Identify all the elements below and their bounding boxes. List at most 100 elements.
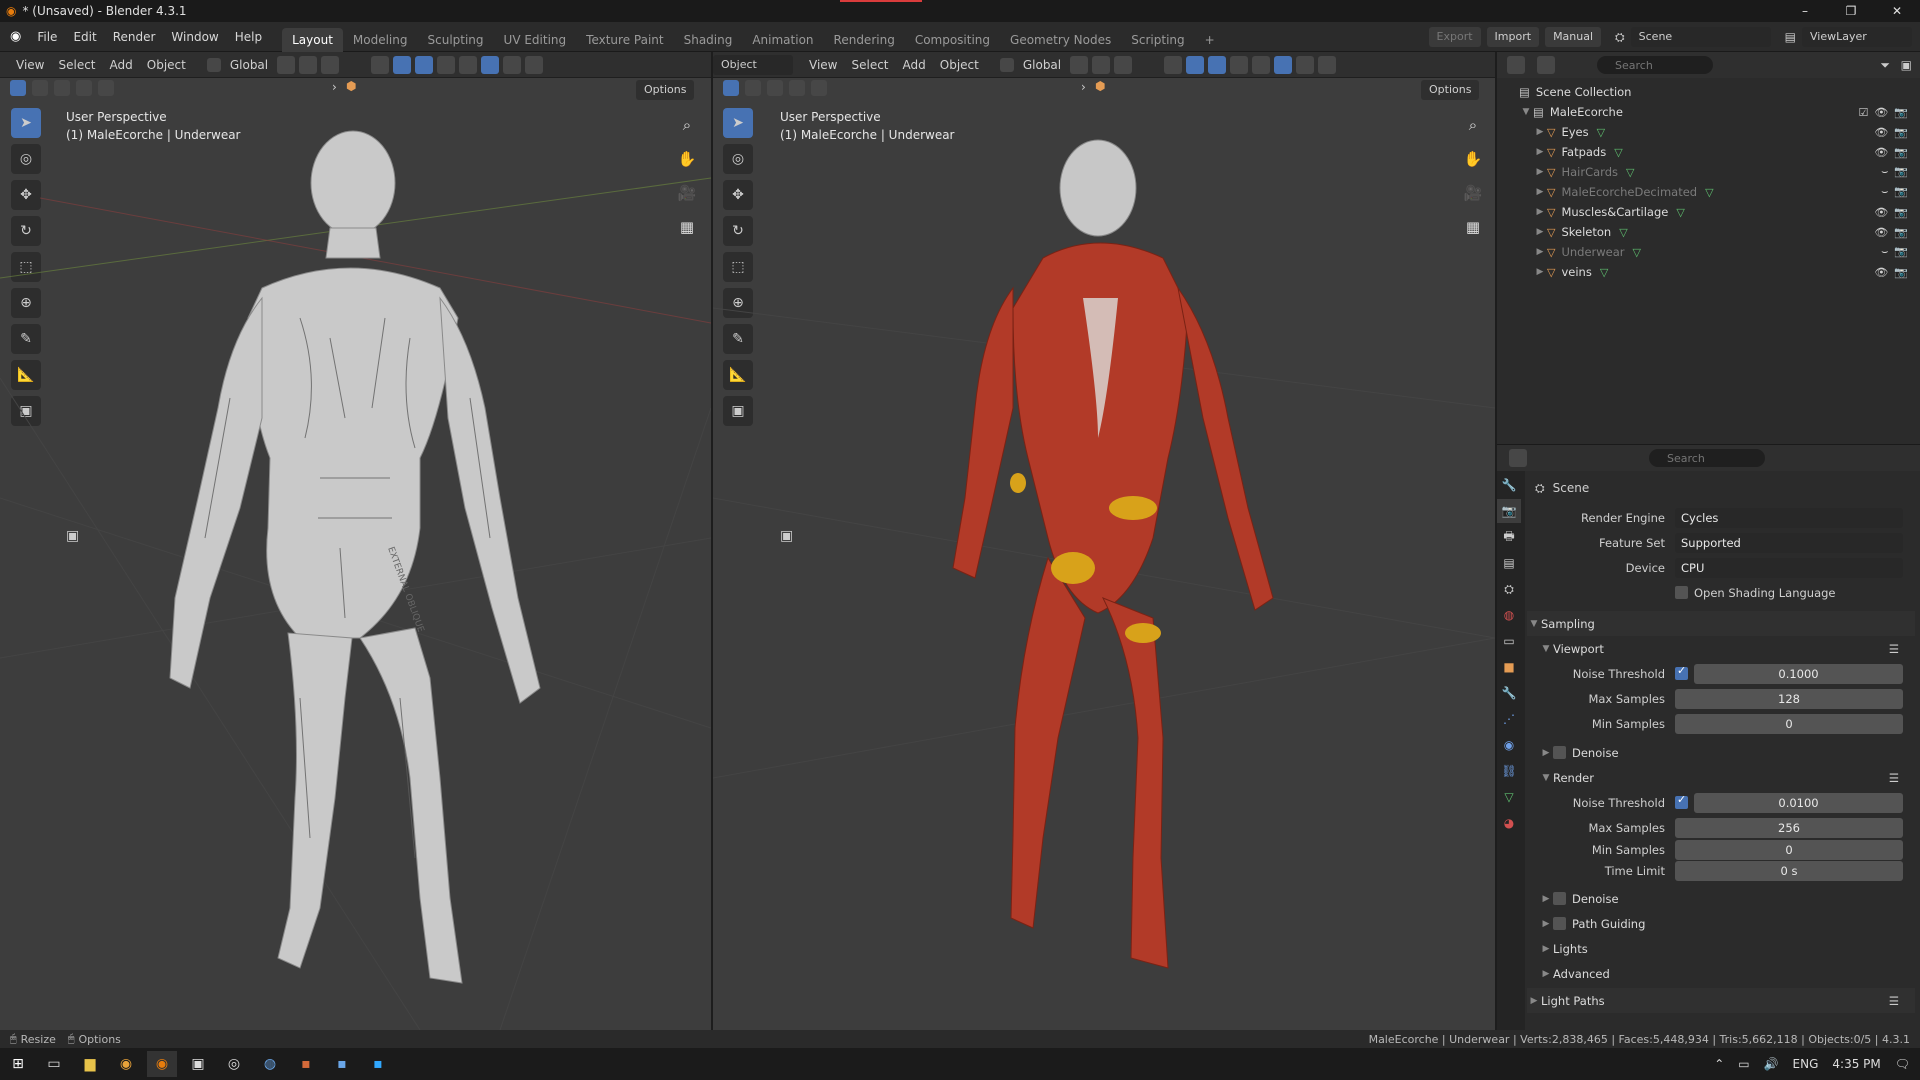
- right-material-icon[interactable]: [1296, 55, 1315, 74]
- properties-editor-type-icon[interactable]: [1509, 449, 1527, 467]
- outliner-object-row[interactable]: ▶ ▽ HairCards ▽ ⌣📷: [1533, 162, 1920, 182]
- collection-tab-icon[interactable]: ▭: [1497, 629, 1521, 653]
- pivot-icon[interactable]: [277, 55, 296, 74]
- outliner-editor-type-icon[interactable]: [1507, 56, 1525, 74]
- outliner-display-mode-icon[interactable]: [1537, 56, 1555, 74]
- minimize-button[interactable]: –: [1782, 4, 1828, 18]
- network-icon[interactable]: ▭: [1738, 1057, 1749, 1071]
- denoise2-subpanel-header[interactable]: ▶ Denoise: [1527, 886, 1915, 911]
- tab-animation[interactable]: Animation: [742, 28, 823, 52]
- snap-icon[interactable]: [299, 55, 318, 74]
- left-view-menu[interactable]: View: [0, 52, 51, 78]
- mode-dropdown[interactable]: Object Mode: [713, 54, 793, 91]
- path-guiding-checkbox[interactable]: [1553, 917, 1566, 930]
- r-noise-field[interactable]: 0.0100: [1694, 792, 1903, 813]
- steam-icon[interactable]: ◍: [255, 1051, 285, 1077]
- constraints-tab-icon[interactable]: ⛓: [1497, 759, 1521, 783]
- outliner-object-row[interactable]: ▶ ▽ Underwear ▽ ⌣📷: [1533, 242, 1920, 262]
- right-view-menu[interactable]: View: [793, 52, 844, 78]
- maximize-button[interactable]: ❐: [1828, 4, 1874, 18]
- notifications-icon[interactable]: 🗨: [1895, 1057, 1910, 1071]
- tab-modeling[interactable]: Modeling: [343, 28, 418, 52]
- menu-edit[interactable]: Edit: [65, 22, 104, 52]
- vp-max-samples-field[interactable]: 128: [1675, 688, 1903, 709]
- vp-noise-field[interactable]: 0.1000: [1694, 663, 1903, 684]
- left-add-menu[interactable]: Add: [103, 52, 140, 78]
- start-menu-icon[interactable]: ⊞: [3, 1051, 33, 1077]
- file-explorer-icon[interactable]: ▆: [75, 1051, 105, 1077]
- proportional-edit-icon[interactable]: [321, 55, 340, 74]
- obs-icon[interactable]: ◎: [219, 1051, 249, 1077]
- outliner-search-input[interactable]: [1597, 56, 1713, 74]
- expand-icon[interactable]: ▶: [1533, 127, 1547, 137]
- tab-geometry-nodes[interactable]: Geometry Nodes: [1000, 28, 1121, 52]
- device-dropdown[interactable]: CPU: [1675, 557, 1903, 578]
- right-wireframe-icon[interactable]: [1252, 55, 1271, 74]
- light-paths-presets-icon[interactable]: ☰: [1889, 994, 1899, 1008]
- time-limit-field[interactable]: 0 s: [1675, 861, 1903, 881]
- object-visibility-icons[interactable]: 👁📷: [1874, 206, 1914, 219]
- photo-app-icon[interactable]: ▣: [183, 1051, 213, 1077]
- manual-button[interactable]: Manual: [1545, 27, 1602, 47]
- menu-file[interactable]: File: [29, 22, 65, 52]
- expand-icon[interactable]: ▶: [1533, 147, 1547, 157]
- vp-noise-checkbox[interactable]: [1675, 664, 1688, 680]
- physics-tab-icon[interactable]: ◉: [1497, 733, 1521, 757]
- outliner-filter-icon[interactable]: ⏷: [1880, 58, 1890, 73]
- scene-selector[interactable]: Scene: [1630, 27, 1771, 47]
- left-3d-viewport[interactable]: › ⬢ Options User Perspective (1) MaleEco…: [0, 78, 711, 1030]
- menu-help[interactable]: Help: [227, 22, 270, 52]
- object-visibility-icons[interactable]: 👁📷: [1874, 226, 1914, 239]
- object-visibility-icons[interactable]: 👁📷: [1874, 266, 1914, 279]
- view-layer-tab-icon[interactable]: ▤: [1497, 551, 1521, 575]
- outliner-object-row[interactable]: ▶ ▽ MaleEcorcheDecimated ▽ ⌣📷: [1533, 182, 1920, 202]
- r-noise-checkbox[interactable]: [1675, 793, 1688, 809]
- export-button[interactable]: Export: [1428, 27, 1481, 47]
- left-object-menu[interactable]: Object: [140, 52, 193, 78]
- object-visibility-icons[interactable]: ⌣📷: [1881, 165, 1914, 179]
- right-xray-icon[interactable]: [1230, 55, 1249, 74]
- close-button[interactable]: ✕: [1874, 4, 1920, 18]
- collection-row[interactable]: ▼ ▤ MaleEcorche ☑👁📷: [1519, 102, 1920, 122]
- properties-search-input[interactable]: [1649, 449, 1765, 467]
- outliner-object-row[interactable]: ▶ ▽ Muscles&Cartilage ▽ 👁📷: [1533, 202, 1920, 222]
- view-layer-selector[interactable]: ViewLayer: [1802, 27, 1912, 47]
- tab-compositing[interactable]: Compositing: [905, 28, 1000, 52]
- sampling-panel-header[interactable]: ▼ Sampling: [1527, 611, 1915, 636]
- r-max-samples-field[interactable]: 256: [1675, 817, 1903, 838]
- r-min-samples-field[interactable]: 0: [1675, 840, 1903, 860]
- blender-taskbar-icon[interactable]: ◉: [147, 1051, 177, 1077]
- path-guiding-subpanel-header[interactable]: ▶ Path Guiding: [1527, 911, 1915, 936]
- expand-icon[interactable]: ▶: [1533, 167, 1547, 177]
- right-proportional-icon[interactable]: [1114, 55, 1133, 74]
- render-subpanel-header[interactable]: ▼ Render ☰: [1527, 765, 1915, 790]
- right-rendered-icon[interactable]: [1318, 55, 1337, 74]
- tab-shading[interactable]: Shading: [674, 28, 743, 52]
- light-paths-panel-header[interactable]: ▶ Light Paths ☰: [1527, 988, 1915, 1013]
- image-viewer-icon[interactable]: ▪: [327, 1051, 357, 1077]
- outliner-object-row[interactable]: ▶ ▽ Fatpads ▽ 👁📷: [1533, 142, 1920, 162]
- output-tab-icon[interactable]: 🖶: [1497, 525, 1521, 549]
- vp-min-samples-field[interactable]: 0: [1675, 713, 1903, 734]
- right-object-menu[interactable]: Object: [933, 52, 986, 78]
- right-add-menu[interactable]: Add: [896, 52, 933, 78]
- right-select-menu[interactable]: Select: [844, 52, 895, 78]
- menu-window[interactable]: Window: [163, 22, 226, 52]
- denoise-checkbox[interactable]: [1553, 746, 1566, 759]
- collection-visibility-icons[interactable]: ☑👁📷: [1858, 106, 1914, 119]
- tab-sculpting[interactable]: Sculpting: [418, 28, 494, 52]
- solid-shading-icon[interactable]: [481, 55, 500, 74]
- tab-scripting[interactable]: Scripting: [1121, 28, 1194, 52]
- tool-tab-icon[interactable]: 🔧: [1497, 473, 1521, 497]
- import-button[interactable]: Import: [1486, 27, 1540, 47]
- outliner-object-row[interactable]: ▶ ▽ veins ▽ 👁📷: [1533, 262, 1920, 282]
- rendered-shading-icon[interactable]: [525, 55, 544, 74]
- chrome-icon[interactable]: ◉: [111, 1051, 141, 1077]
- object-tab-icon[interactable]: ■: [1497, 655, 1521, 679]
- scene-collection-row[interactable]: ▤ Scene Collection: [1519, 82, 1920, 102]
- left-orientation-dropdown[interactable]: Global: [223, 52, 275, 78]
- object-visibility-icons[interactable]: 👁📷: [1874, 146, 1914, 159]
- denoise-subpanel-header[interactable]: ▶ Denoise: [1527, 740, 1915, 765]
- right-overlay-icon[interactable]: [1208, 55, 1227, 74]
- particles-tab-icon[interactable]: ⋰: [1497, 707, 1521, 731]
